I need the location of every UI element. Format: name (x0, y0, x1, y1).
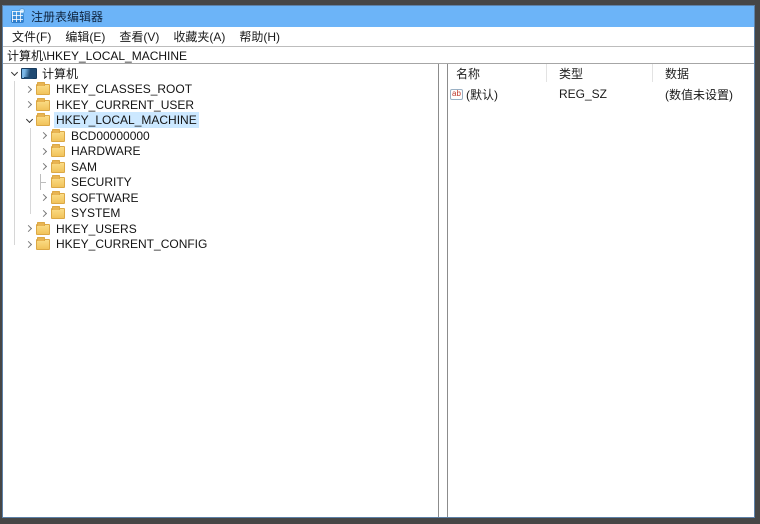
folder-icon (36, 115, 50, 126)
tree-pane[interactable]: 计算机HKEY_CLASSES_ROOTHKEY_CURRENT_USERHKE… (3, 64, 439, 517)
value-row-default[interactable]: (默认) REG_SZ(数值未设置) (448, 86, 754, 102)
folder-icon (51, 193, 65, 204)
tree-item-sam[interactable]: SAM (3, 159, 438, 175)
folder-icon (51, 208, 65, 219)
tree-item-hkey-users[interactable]: HKEY_USERS (3, 221, 438, 237)
tree-item-label: SYSTEM (69, 205, 122, 221)
tree-item-label: HKEY_CURRENT_USER (54, 97, 196, 113)
value-name: (默认) (466, 86, 498, 103)
folder-icon (36, 239, 50, 250)
tree-item-bcd00000000[interactable]: BCD00000000 (3, 128, 438, 144)
value-data: (数值未设置) (653, 86, 754, 103)
tree-item--[interactable]: 计算机 (3, 66, 438, 82)
title-bar[interactable]: 注册表编辑器 (3, 6, 754, 27)
chevron-placeholder (37, 175, 51, 191)
chevron-right-icon[interactable] (37, 206, 51, 222)
values-pane[interactable]: 名称 类型 数据 (默认) REG_SZ(数值未设置) (447, 64, 754, 517)
column-header-name[interactable]: 名称 (448, 64, 547, 82)
chevron-right-icon[interactable] (37, 159, 51, 175)
pane-splitter[interactable] (439, 64, 447, 517)
chevron-right-icon[interactable] (37, 144, 51, 160)
tree-item-label: SOFTWARE (69, 190, 141, 206)
tree-item-label: HKEY_LOCAL_MACHINE (54, 112, 199, 128)
address-path: 计算机\HKEY_LOCAL_MACHINE (7, 47, 187, 64)
chevron-right-icon[interactable] (22, 82, 36, 98)
tree-item-label: SECURITY (69, 174, 134, 190)
tree-item-security[interactable]: SECURITY (3, 175, 438, 191)
value-type: REG_SZ (547, 87, 653, 101)
tree-item-label: HKEY_CURRENT_CONFIG (54, 236, 209, 252)
folder-icon (51, 131, 65, 142)
registry-app-icon[interactable] (11, 10, 24, 23)
tree-item-label: SAM (69, 159, 99, 175)
tree-item-hkey-classes-root[interactable]: HKEY_CLASSES_ROOT (3, 82, 438, 98)
tree-item-hkey-current-user[interactable]: HKEY_CURRENT_USER (3, 97, 438, 113)
folder-icon (51, 146, 65, 157)
column-header-type[interactable]: 类型 (547, 64, 653, 82)
menu-help[interactable]: 帮助(H) (232, 27, 287, 46)
chevron-down-icon[interactable] (22, 113, 36, 129)
tree-item-system[interactable]: SYSTEM (3, 206, 438, 222)
chevron-right-icon[interactable] (22, 237, 36, 253)
chevron-down-icon[interactable] (7, 66, 21, 82)
tree-item-hkey-local-machine[interactable]: HKEY_LOCAL_MACHINE (3, 113, 438, 129)
tree-item-label: HKEY_CLASSES_ROOT (54, 81, 194, 97)
chevron-right-icon[interactable] (37, 128, 51, 144)
folder-icon (51, 177, 65, 188)
list-header: 名称 类型 数据 (448, 64, 754, 82)
window-title: 注册表编辑器 (31, 8, 103, 25)
folder-icon (36, 100, 50, 111)
computer-icon (21, 68, 36, 80)
tree-item-hardware[interactable]: HARDWARE (3, 144, 438, 160)
menu-favorites[interactable]: 收藏夹(A) (166, 27, 232, 46)
value-name-cell: (默认) (448, 86, 547, 103)
chevron-right-icon[interactable] (22, 221, 36, 237)
menu-bar: 文件(F) 编辑(E) 查看(V) 收藏夹(A) 帮助(H) (3, 27, 754, 46)
tree-item-software[interactable]: SOFTWARE (3, 190, 438, 206)
menu-file[interactable]: 文件(F) (5, 27, 58, 46)
menu-edit[interactable]: 编辑(E) (58, 27, 112, 46)
tree-item-label: BCD00000000 (69, 128, 152, 144)
tree-item-label: HARDWARE (69, 143, 143, 159)
string-value-icon (450, 89, 463, 100)
tree-item-hkey-current-config[interactable]: HKEY_CURRENT_CONFIG (3, 237, 438, 253)
chevron-right-icon[interactable] (22, 97, 36, 113)
folder-icon (51, 162, 65, 173)
folder-icon (36, 224, 50, 235)
folder-icon (36, 84, 50, 95)
column-header-data[interactable]: 数据 (653, 64, 754, 82)
address-bar[interactable]: 计算机\HKEY_LOCAL_MACHINE (3, 46, 754, 64)
content-area: 计算机HKEY_CLASSES_ROOTHKEY_CURRENT_USERHKE… (3, 64, 754, 517)
chevron-right-icon[interactable] (37, 190, 51, 206)
menu-view[interactable]: 查看(V) (112, 27, 166, 46)
regedit-window: 注册表编辑器 文件(F) 编辑(E) 查看(V) 收藏夹(A) 帮助(H) 计算… (2, 5, 755, 518)
tree-item-label: HKEY_USERS (54, 221, 139, 237)
